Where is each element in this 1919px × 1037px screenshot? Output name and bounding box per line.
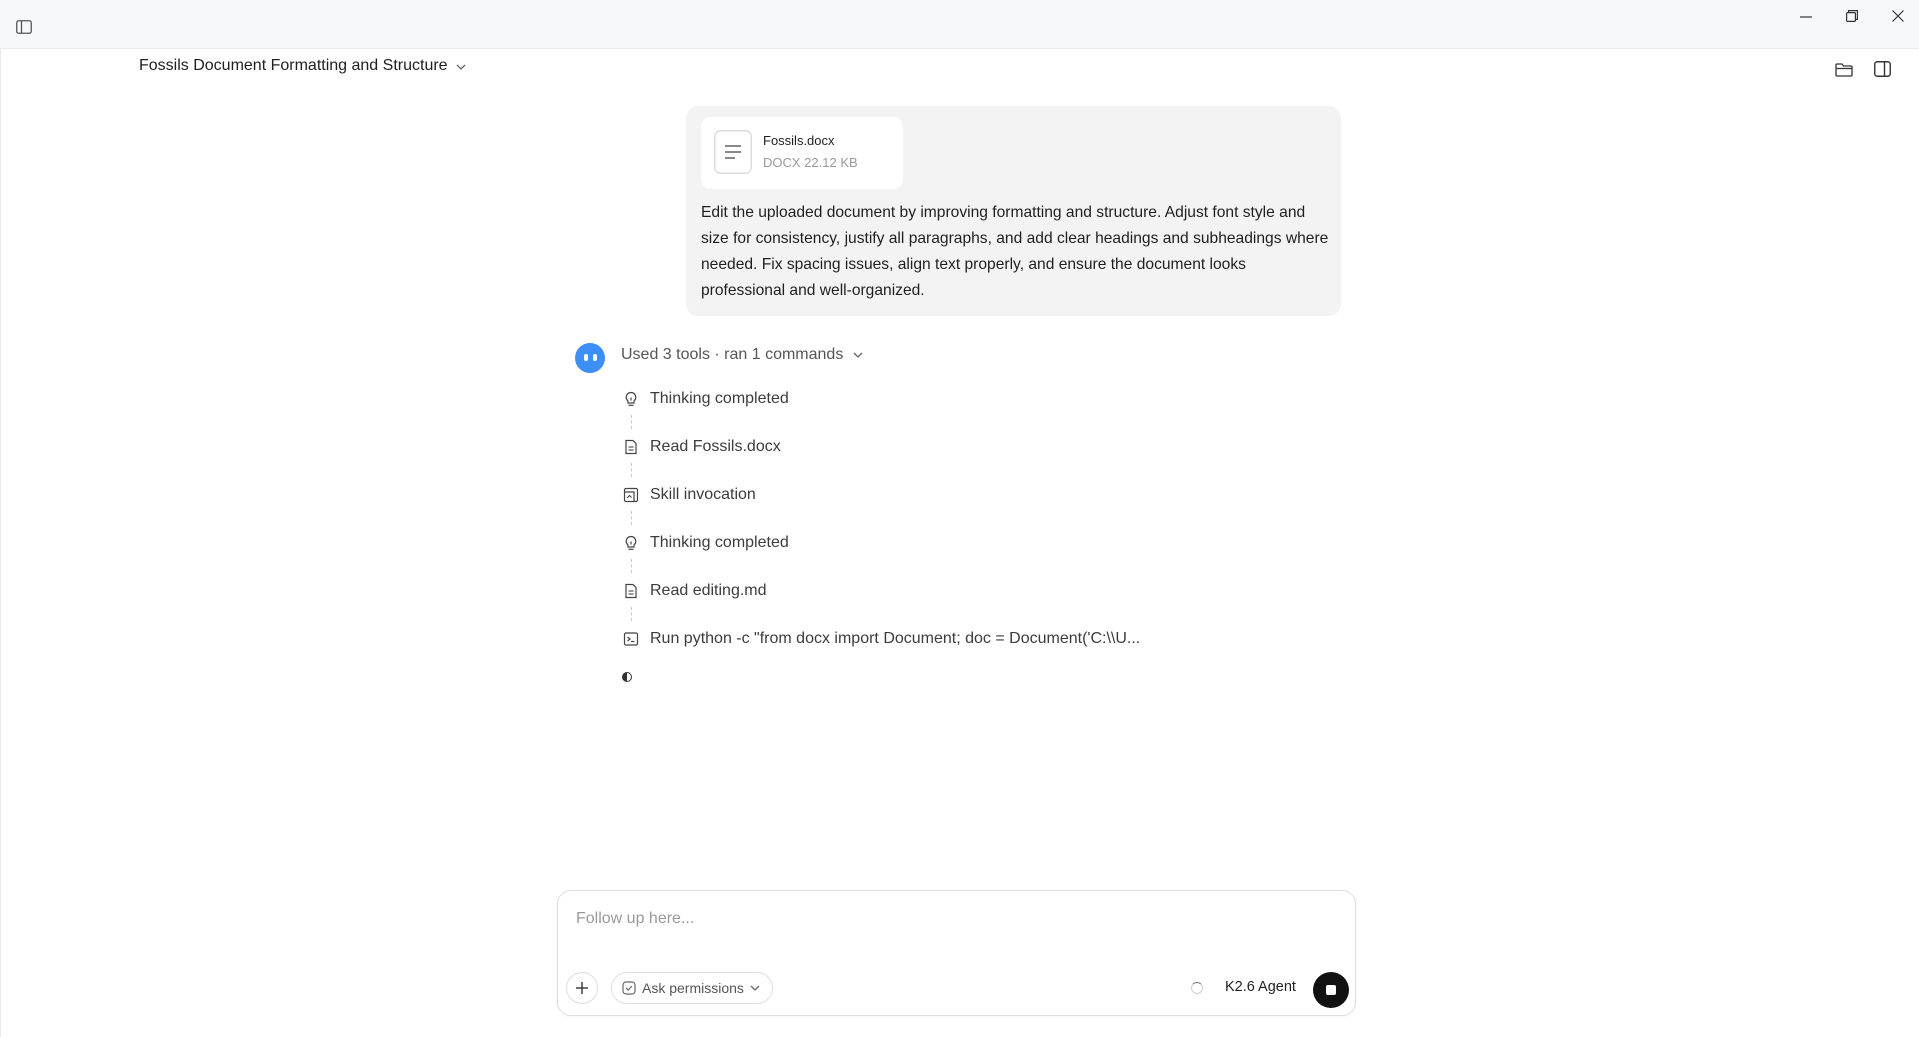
stop-button[interactable]	[1313, 972, 1349, 1008]
step-read-editing[interactable]: Read editing.md	[623, 582, 767, 600]
tools-summary-text: Used 3 tools · ran 1 commands	[621, 346, 844, 363]
document-icon	[625, 439, 637, 455]
terminal-icon	[623, 632, 639, 646]
title-bar	[0, 0, 1919, 48]
document-file-icon	[714, 130, 752, 174]
chevron-down-icon	[853, 352, 863, 358]
step-skill-invocation[interactable]: Skill invocation	[623, 486, 756, 504]
step-read-fossils[interactable]: Read Fossils.docx	[623, 438, 781, 456]
step-thinking-1[interactable]: Thinking completed	[623, 390, 789, 408]
step-label: Run python -c "from docx import Document…	[650, 630, 1141, 647]
attachment-card[interactable]: Fossils.docx DOCX 22.12 KB	[701, 117, 903, 189]
permissions-label: Ask permissions	[642, 980, 744, 996]
composer: Ask permissions K2.6 Agent	[557, 890, 1356, 1016]
agent-avatar	[575, 343, 605, 373]
plus-icon	[576, 982, 588, 994]
stop-icon	[1326, 985, 1336, 995]
step-label: Thinking completed	[650, 534, 789, 551]
step-label: Thinking completed	[650, 390, 789, 407]
document-icon	[625, 583, 637, 599]
step-connector	[631, 463, 632, 477]
lightbulb-icon	[625, 391, 637, 406]
attachment-name: Fossils.docx	[763, 133, 835, 148]
side-panel-icon[interactable]	[1871, 58, 1893, 80]
model-loading-spinner	[1191, 982, 1203, 994]
tools-summary-toggle[interactable]: Used 3 tools · ran 1 commands	[621, 346, 863, 364]
skill-icon	[623, 487, 639, 503]
attachment-meta: DOCX 22.12 KB	[763, 155, 858, 170]
loading-indicator	[622, 672, 632, 682]
add-attachment-button[interactable]	[566, 972, 598, 1004]
conversation-title[interactable]: Fossils Document Formatting and Structur…	[139, 57, 466, 75]
step-label: Skill invocation	[650, 486, 756, 503]
minimize-icon[interactable]	[1796, 8, 1816, 26]
conversation-title-text: Fossils Document Formatting and Structur…	[139, 57, 448, 74]
permissions-dropdown[interactable]: Ask permissions	[611, 972, 773, 1004]
user-message-text: Edit the uploaded document by improving …	[701, 204, 1329, 299]
chevron-down-icon	[750, 985, 760, 991]
step-label: Read Fossils.docx	[650, 438, 781, 455]
step-connector	[631, 511, 632, 525]
close-icon[interactable]	[1888, 7, 1908, 25]
step-label: Read editing.md	[650, 582, 767, 599]
step-connector	[631, 415, 632, 429]
shield-check-icon	[622, 981, 636, 995]
chevron-down-icon	[456, 64, 466, 70]
restore-icon[interactable]	[1842, 7, 1862, 25]
step-thinking-2[interactable]: Thinking completed	[623, 534, 789, 552]
model-selector[interactable]: K2.6 Agent	[1225, 979, 1296, 995]
step-connector	[631, 607, 632, 621]
follow-up-input[interactable]	[574, 903, 1338, 935]
lightbulb-icon	[625, 535, 637, 550]
step-connector	[631, 559, 632, 573]
folder-icon[interactable]	[1833, 58, 1855, 80]
step-run-command[interactable]: Run python -c "from docx import Document…	[623, 630, 1140, 648]
sidebar-toggle-icon[interactable]	[15, 18, 33, 36]
